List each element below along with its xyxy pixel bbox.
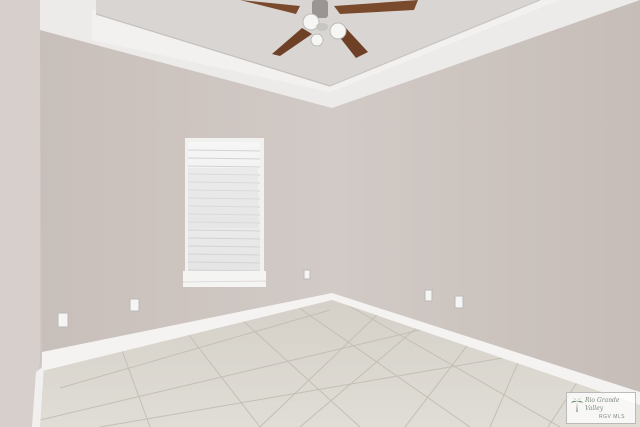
mls-watermark: Rio Grande Valley RGV MLS — [566, 392, 636, 424]
palm-tree-icon — [571, 398, 583, 412]
room-scene — [0, 0, 640, 427]
watermark-line2: RGV MLS — [599, 414, 626, 420]
watermark-line1: Rio Grande Valley — [585, 397, 620, 412]
left-side-wall — [0, 0, 40, 427]
window — [182, 138, 267, 287]
